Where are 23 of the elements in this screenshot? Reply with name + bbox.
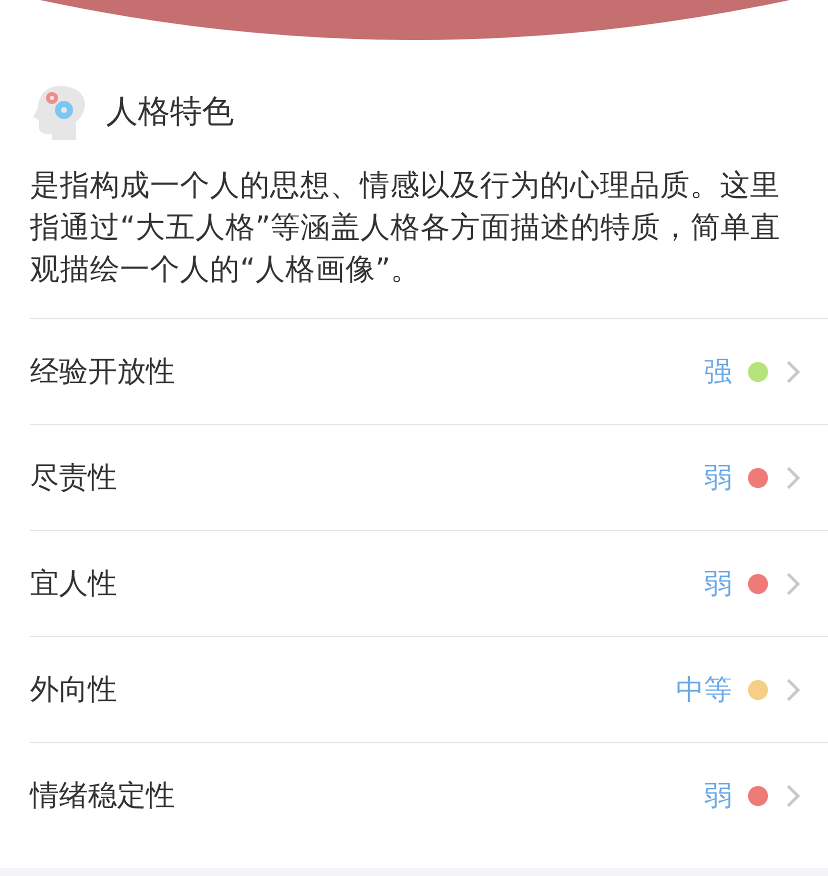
- section-description: 是指构成一个人的思想、情感以及行为的心理品质。这里指通过“大五人格”等涵盖人格各方面描述的特质，简单直观描绘一个人的“人格画像”。: [30, 167, 782, 288]
- trait-level: 弱: [704, 460, 732, 496]
- trait-name: 宜人性: [30, 564, 118, 602]
- trait-row[interactable]: 外向性 中等: [30, 637, 828, 743]
- trait-level: 中等: [676, 672, 732, 708]
- trait-level: 弱: [704, 778, 732, 814]
- head-gears-icon: [30, 84, 86, 140]
- trait-row[interactable]: 尽责性 弱: [30, 425, 828, 531]
- trait-row[interactable]: 宜人性 弱: [30, 531, 828, 637]
- trait-name: 情绪稳定性: [30, 776, 176, 814]
- chevron-right-icon: [786, 678, 800, 702]
- trait-level: 强: [704, 354, 732, 390]
- chevron-right-icon: [786, 572, 800, 596]
- chevron-right-icon: [786, 466, 800, 490]
- trait-name: 尽责性: [30, 458, 118, 496]
- chevron-right-icon: [786, 784, 800, 808]
- trait-row[interactable]: 情绪稳定性 弱: [30, 743, 828, 848]
- trait-name: 外向性: [30, 670, 118, 708]
- trait-row[interactable]: 经验开放性 强: [30, 319, 828, 425]
- trait-level: 弱: [704, 566, 732, 602]
- chevron-right-icon: [786, 360, 800, 384]
- section-title: 人格特色: [106, 91, 234, 132]
- trait-name: 经验开放性: [30, 352, 176, 390]
